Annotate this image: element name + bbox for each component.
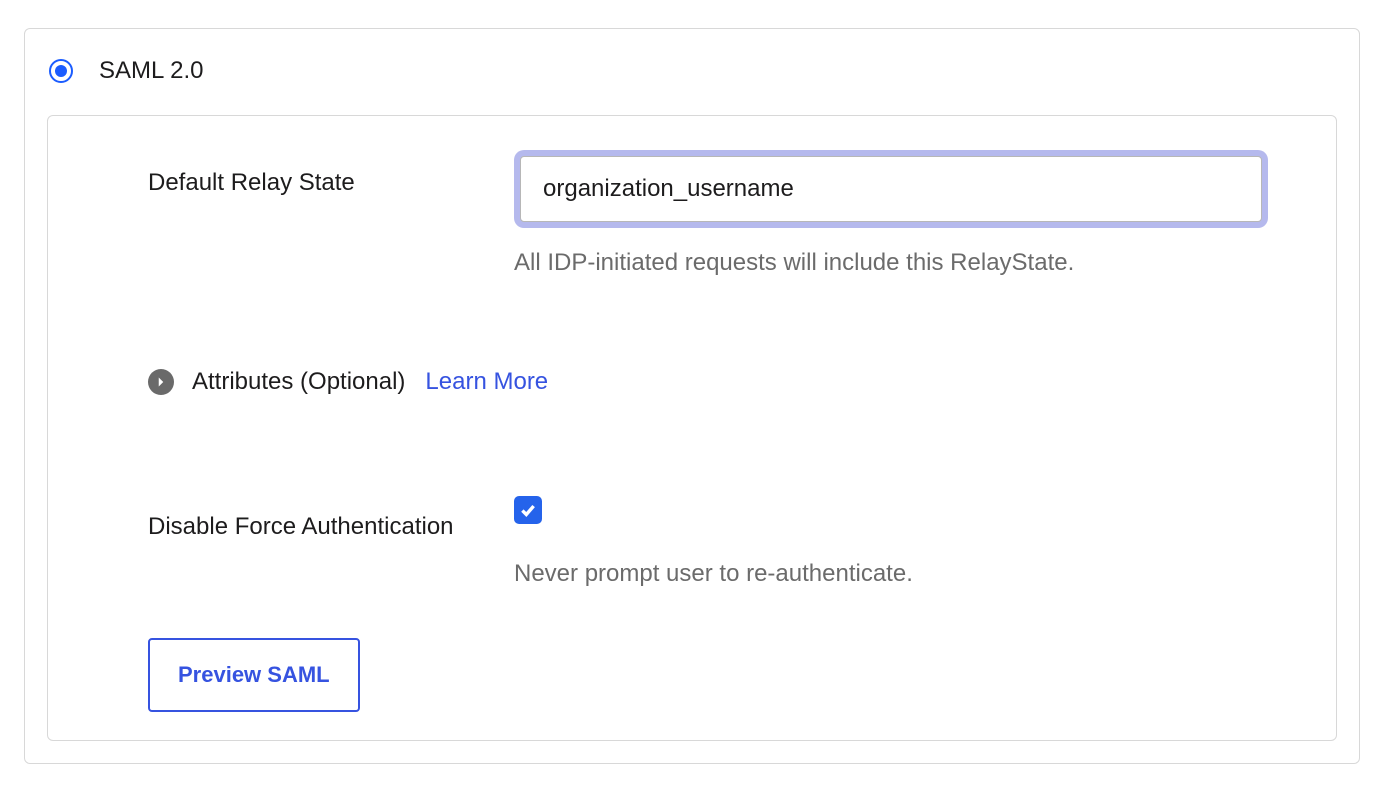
preview-saml-button[interactable]: Preview SAML xyxy=(148,638,360,712)
saml-radio-row: SAML 2.0 xyxy=(47,57,1337,85)
attributes-expand-toggle[interactable] xyxy=(148,369,174,395)
disable-force-auth-helper: Never prompt user to re-authenticate. xyxy=(514,560,1306,588)
disable-force-auth-checkbox[interactable] xyxy=(514,496,542,524)
saml-radio-label: SAML 2.0 xyxy=(99,57,204,85)
relay-state-label: Default Relay State xyxy=(148,164,514,201)
disable-force-auth-label: Disable Force Authentication xyxy=(148,508,514,545)
saml-config-panel: Default Relay State All IDP-initiated re… xyxy=(47,115,1337,741)
saml-radio[interactable] xyxy=(49,59,73,83)
disable-force-auth-row: Disable Force Authentication Never promp… xyxy=(148,494,1306,588)
attributes-label: Attributes (Optional) xyxy=(192,368,405,396)
checkmark-icon xyxy=(519,501,537,519)
saml-settings-card: SAML 2.0 Default Relay State All IDP-ini… xyxy=(24,28,1360,764)
relay-state-row: Default Relay State All IDP-initiated re… xyxy=(148,150,1306,280)
relay-state-input[interactable] xyxy=(520,156,1262,222)
relay-state-highlight xyxy=(514,150,1268,228)
relay-state-helper: All IDP-initiated requests will include … xyxy=(514,246,1306,280)
attributes-learn-more-link[interactable]: Learn More xyxy=(425,368,548,396)
radio-selected-dot-icon xyxy=(55,65,67,77)
attributes-row: Attributes (Optional) Learn More xyxy=(148,368,1306,396)
chevron-right-icon xyxy=(155,376,167,388)
